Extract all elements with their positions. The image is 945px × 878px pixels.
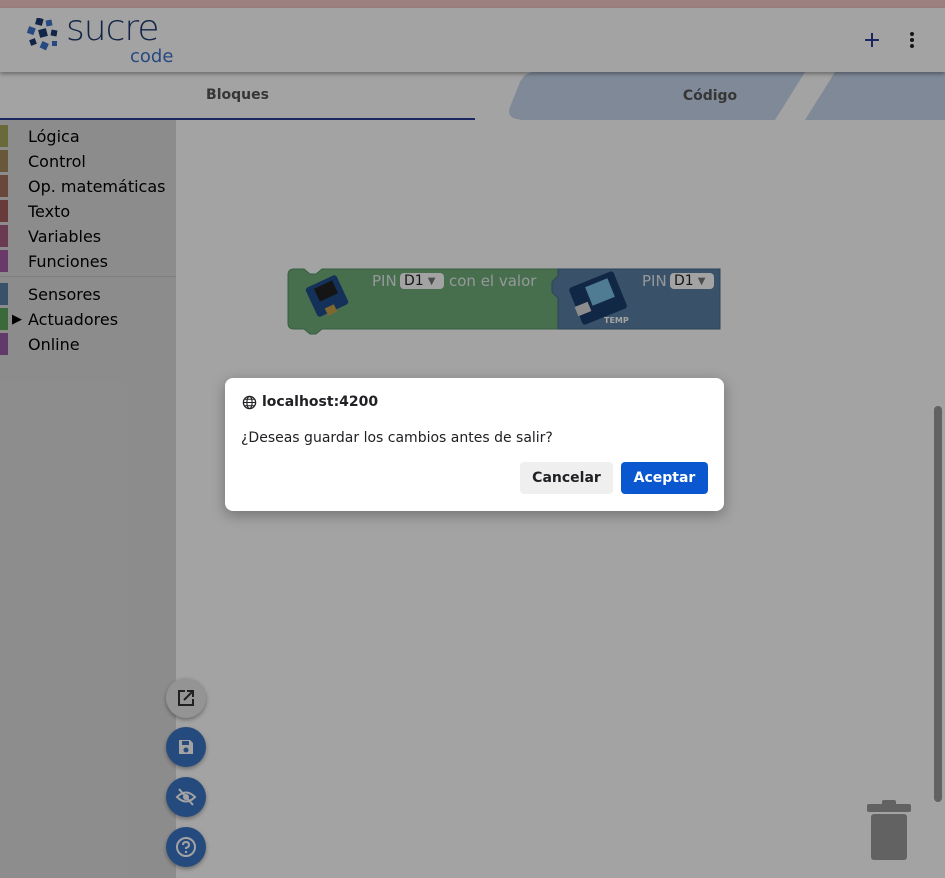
dialog-message: ¿Deseas guardar los cambios antes de sal… bbox=[241, 430, 553, 446]
globe-icon bbox=[242, 395, 257, 409]
cancel-button[interactable]: Cancelar bbox=[520, 462, 613, 494]
dialog-origin: localhost:4200 bbox=[242, 394, 378, 410]
accept-button[interactable]: Aceptar bbox=[621, 462, 708, 494]
dialog-origin-text: localhost:4200 bbox=[262, 394, 379, 410]
confirm-dialog: localhost:4200 ¿Deseas guardar los cambi… bbox=[225, 378, 724, 511]
